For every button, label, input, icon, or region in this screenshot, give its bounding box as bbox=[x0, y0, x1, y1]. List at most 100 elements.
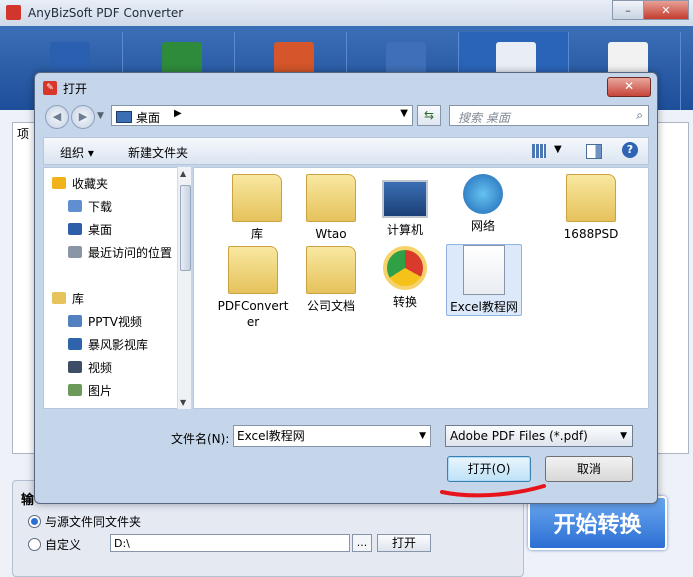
back-button[interactable]: ◀ bbox=[45, 105, 69, 129]
browse-button[interactable]: ... bbox=[352, 534, 372, 552]
file-item-label: Excel教程网 bbox=[450, 300, 518, 314]
address-bar[interactable]: 桌面 ▶ ▼ bbox=[111, 105, 413, 126]
tree-item-label: 最近访问的位置 bbox=[88, 245, 173, 260]
tree-item-label: 库 bbox=[72, 291, 85, 306]
scroll-down-icon[interactable]: ▼ bbox=[180, 398, 186, 407]
chevron-right-icon[interactable]: ▶ bbox=[174, 108, 182, 119]
filetype-select[interactable]: Adobe PDF Files (*.pdf) ▼ bbox=[445, 425, 633, 447]
dialog-title: 打开 bbox=[63, 82, 88, 96]
chevron-down-icon[interactable]: ▼ bbox=[419, 426, 426, 446]
file-item[interactable]: Wtao bbox=[294, 174, 368, 242]
pptv-icon bbox=[68, 315, 82, 327]
tree-item[interactable]: 下载 bbox=[68, 197, 112, 215]
preview-pane-icon[interactable] bbox=[586, 144, 602, 159]
red-underline-annotation bbox=[440, 484, 546, 498]
network-icon bbox=[463, 174, 503, 214]
chevron-down-icon[interactable]: ▼ bbox=[620, 426, 627, 446]
output-label: 输 bbox=[21, 493, 35, 508]
computer-icon bbox=[382, 180, 428, 218]
tree-item[interactable]: 暴风影视库 bbox=[68, 335, 148, 353]
file-item-label: 转换 bbox=[392, 295, 417, 309]
file-item-label: 1688PSD bbox=[563, 227, 619, 241]
file-item-label: 公司文档 bbox=[306, 299, 355, 313]
file-item[interactable]: Excel教程网 bbox=[446, 244, 522, 316]
organize-button[interactable]: 组织 ▾ bbox=[60, 144, 94, 161]
tree-item[interactable]: 视频 bbox=[68, 358, 112, 376]
file-item[interactable]: 网络 bbox=[446, 174, 520, 234]
start-convert-button[interactable]: 开始转换 bbox=[528, 496, 667, 550]
file-view[interactable]: 库 Wtao 计算机 网络 1688PSD PDFConverter 公司文档 转换 Excel… bbox=[193, 167, 649, 409]
user-icon bbox=[306, 174, 356, 222]
forward-button[interactable]: ▶ bbox=[71, 105, 95, 129]
tree-item[interactable]: 收藏夹 bbox=[52, 174, 108, 192]
file-item[interactable]: 1688PSD bbox=[554, 174, 628, 242]
filename-input[interactable]: Excel教程网 ▼ bbox=[233, 425, 431, 447]
search-input[interactable]: 搜索 桌面 bbox=[458, 109, 510, 126]
folder-icon bbox=[232, 174, 282, 222]
help-icon[interactable]: ? bbox=[622, 142, 638, 158]
file-item-label: PDFConverter bbox=[217, 299, 289, 329]
picture-icon bbox=[68, 384, 82, 396]
navigation-pane[interactable]: 收藏夹下载桌面最近访问的位置库 PPTV视频暴风影视库视频图片 bbox=[43, 167, 191, 409]
download-folder-icon bbox=[68, 200, 82, 212]
new-folder-button[interactable]: 新建文件夹 bbox=[128, 144, 188, 161]
window-controls: – ✕ bbox=[612, 0, 689, 20]
file-item-label: Wtao bbox=[315, 227, 347, 241]
chevron-down-icon[interactable]: ▼ bbox=[400, 108, 408, 119]
app-title-bar: AnyBizSoft PDF Converter – ✕ bbox=[0, 0, 693, 26]
recent-icon bbox=[68, 246, 82, 258]
tree-item-label: 下载 bbox=[88, 199, 113, 214]
file-item[interactable]: 计算机 bbox=[368, 174, 442, 238]
tree-item-label: PPTV视频 bbox=[88, 314, 143, 329]
file-item[interactable]: PDFConverter bbox=[216, 246, 290, 330]
address-text: 桌面 bbox=[136, 111, 161, 125]
command-bar: 组织 ▾ 新建文件夹 ▼ ? bbox=[43, 137, 649, 165]
dialog-close-button[interactable]: ✕ bbox=[607, 77, 651, 97]
desktop-icon bbox=[116, 111, 132, 123]
file-item[interactable]: 公司文档 bbox=[294, 246, 368, 314]
scroll-thumb[interactable] bbox=[180, 185, 191, 271]
cancel-button[interactable]: 取消 bbox=[545, 456, 633, 482]
search-icon: ⌕ bbox=[636, 108, 643, 122]
list-header: 项 bbox=[17, 127, 30, 141]
filetype-value: Adobe PDF Files (*.pdf) bbox=[450, 429, 588, 443]
view-options-icon[interactable] bbox=[532, 144, 546, 158]
pdf-icon: ✎ bbox=[43, 81, 57, 95]
open-folder-button[interactable]: 打开 bbox=[377, 534, 431, 552]
minimize-button[interactable]: – bbox=[612, 0, 644, 20]
document-icon bbox=[463, 245, 505, 295]
tree-item[interactable]: 库 bbox=[52, 289, 84, 307]
tree-item[interactable]: PPTV视频 bbox=[68, 312, 142, 330]
file-item[interactable]: 转换 bbox=[368, 246, 442, 310]
search-box[interactable]: 搜索 桌面 ⌕ bbox=[449, 105, 649, 126]
refresh-button[interactable]: ⇆ bbox=[417, 105, 441, 126]
app-logo-icon bbox=[6, 5, 21, 20]
navigation-scrollbar[interactable]: ▲ ▼ bbox=[177, 167, 191, 409]
file-item-label: 计算机 bbox=[386, 223, 423, 237]
library-icon bbox=[52, 292, 66, 304]
tree-item-label: 桌面 bbox=[88, 222, 113, 237]
radio-dot bbox=[28, 538, 41, 551]
scroll-up-icon[interactable]: ▲ bbox=[180, 169, 186, 178]
file-list-right bbox=[657, 122, 689, 454]
radio-custom-folder[interactable]: 自定义 bbox=[28, 536, 81, 553]
baofeng-icon bbox=[68, 338, 82, 350]
tree-item-label: 视频 bbox=[88, 360, 113, 375]
radio-dot bbox=[28, 515, 41, 528]
radio-same-folder[interactable]: 与源文件同文件夹 bbox=[28, 513, 141, 530]
open-button[interactable]: 打开(O) bbox=[447, 456, 531, 482]
app-title: AnyBizSoft PDF Converter bbox=[28, 6, 184, 20]
file-item-label: 网络 bbox=[470, 219, 495, 233]
file-item[interactable]: 库 bbox=[220, 174, 294, 242]
folder-icon bbox=[228, 246, 278, 294]
chevron-down-icon[interactable]: ▼ bbox=[554, 144, 562, 155]
desktop-icon bbox=[68, 223, 82, 235]
close-button[interactable]: ✕ bbox=[643, 0, 689, 20]
tree-item[interactable]: 图片 bbox=[68, 381, 112, 399]
tree-item[interactable]: 最近访问的位置 bbox=[68, 243, 172, 261]
history-dropdown-icon[interactable]: ▼ bbox=[97, 111, 104, 121]
output-path-input[interactable]: D:\ bbox=[110, 534, 350, 552]
open-dialog: ✎ 打开 ✕ ◀ ▶ ▼ 桌面 ▶ ▼ ⇆ 搜索 桌面 ⌕ 组织 ▾ 新建文件夹… bbox=[34, 72, 658, 504]
tree-item-label: 图片 bbox=[88, 383, 113, 398]
tree-item[interactable]: 桌面 bbox=[68, 220, 112, 238]
